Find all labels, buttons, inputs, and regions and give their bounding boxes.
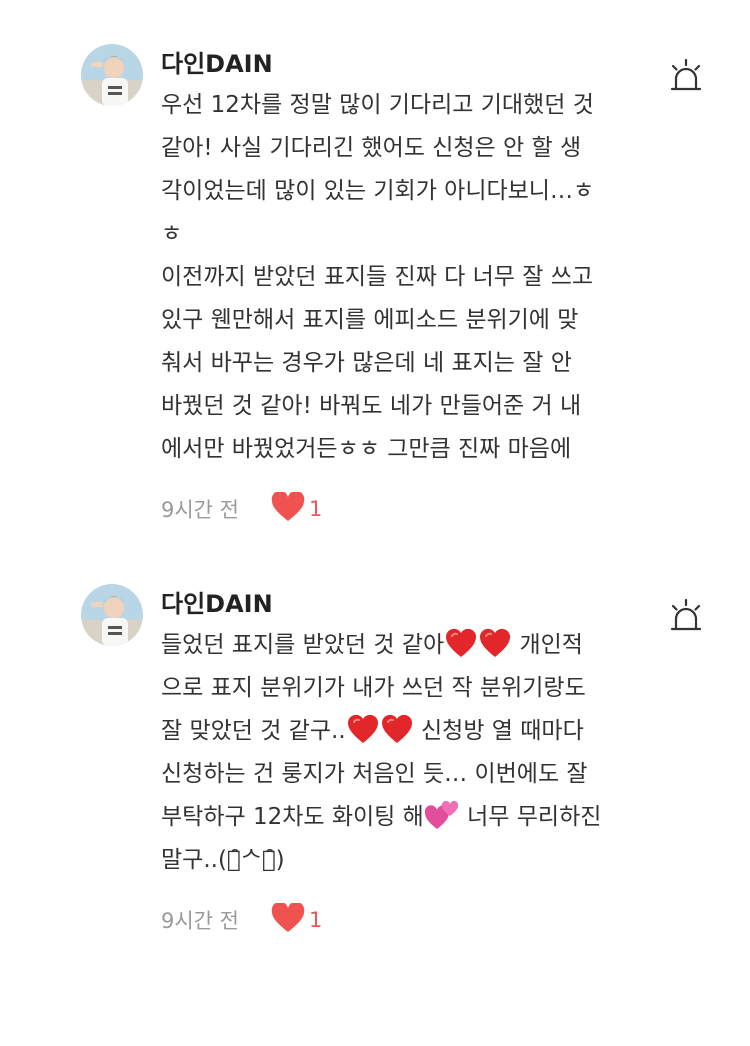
red-heart-emoji-icon: [346, 713, 380, 745]
comment-line: 부탁하구 12차도 화이팅 해 너무 무리하진: [161, 796, 631, 839]
comment-text: 각이었는데 많이 있는 기회가 아니다보니…ㅎ: [161, 178, 595, 204]
siren-icon[interactable]: [668, 598, 704, 634]
comment-author[interactable]: 다인DAIN: [161, 584, 273, 619]
avatar[interactable]: [81, 584, 143, 646]
two-hearts-emoji-icon: [424, 799, 460, 831]
comment-text: 부탁하구 12차도 화이팅 해: [161, 804, 424, 830]
comment-text: 바꿨던 것 같아! 바꿔도 네가 만들어준 거 내: [161, 393, 582, 419]
comment-line: ㅎ: [161, 213, 631, 256]
comment-text: 들었던 표지를 받았던 것 같아: [161, 632, 445, 658]
like-count: 1: [309, 497, 323, 521]
comment-line: 춰서 바꾸는 경우가 많은데 네 표지는 잘 안: [161, 342, 631, 385]
comment-text: 개인적: [512, 632, 583, 658]
comment-line: 있구 웬만해서 표지를 에피소드 분위기에 맞: [161, 299, 631, 342]
comment-body: 들었던 표지를 받았던 것 같아 개인적으로 표지 분위기가 내가 쓰던 작 분…: [161, 624, 631, 882]
comment-line: 으로 표지 분위기가 내가 쓰던 작 분위기랑도: [161, 667, 631, 710]
comment-line: 말구..(ꈍ̑ᄉꈍ̑): [161, 839, 631, 882]
comment-line: 들었던 표지를 받았던 것 같아 개인적: [161, 624, 631, 667]
comment-timestamp: 9시간 전: [161, 909, 239, 933]
like-button[interactable]: 1: [271, 490, 323, 526]
comment-text: 에서만 바꿨었거든ㅎㅎ 그만큼 진짜 마음에: [161, 436, 572, 462]
comment-line: 신청하는 건 룽지가 처음인 듯… 이번에도 잘: [161, 753, 631, 796]
comment-text: 춰서 바꾸는 경우가 많은데 네 표지는 잘 안: [161, 350, 572, 376]
comment-line: 에서만 바꿨었거든ㅎㅎ 그만큼 진짜 마음에: [161, 428, 631, 471]
comment-text: 잘 맞았던 것 같구..: [161, 718, 346, 744]
avatar[interactable]: [81, 44, 143, 106]
red-heart-emoji-icon: [380, 713, 414, 745]
comment-text: ㅎ: [161, 221, 183, 247]
comment-text: 신청하는 건 룽지가 처음인 듯… 이번에도 잘: [161, 761, 588, 787]
comment-text: 같아! 사실 기다리긴 했어도 신청은 안 할 생: [161, 135, 582, 161]
comment-meta: 9시간 전 1: [161, 490, 323, 526]
comment-line: 우선 12차를 정말 많이 기다리고 기대했던 것: [161, 84, 631, 127]
comment-text: 이전까지 받았던 표지들 진짜 다 너무 잘 쓰고: [161, 264, 594, 290]
comment-line: 바꿨던 것 같아! 바꿔도 네가 만들어준 거 내: [161, 385, 631, 428]
comment-text: 너무 무리하진: [459, 804, 602, 830]
comment-meta: 9시간 전 1: [161, 901, 323, 937]
comment-text: 으로 표지 분위기가 내가 쓰던 작 분위기랑도: [161, 675, 586, 701]
red-heart-emoji-icon: [478, 627, 512, 659]
comment-line: 같아! 사실 기다리긴 했어도 신청은 안 할 생: [161, 127, 631, 170]
comment-timestamp: 9시간 전: [161, 498, 239, 522]
comment-line: 이전까지 받았던 표지들 진짜 다 너무 잘 쓰고: [161, 256, 631, 299]
comment-body: 우선 12차를 정말 많이 기다리고 기대했던 것같아! 사실 기다리긴 했어도…: [161, 84, 631, 471]
comment-line: 각이었는데 많이 있는 기회가 아니다보니…ㅎ: [161, 170, 631, 213]
siren-icon[interactable]: [668, 58, 704, 94]
comment-author[interactable]: 다인DAIN: [161, 44, 273, 79]
heart-icon: [271, 901, 305, 937]
comment-text: 있구 웬만해서 표지를 에피소드 분위기에 맞: [161, 307, 579, 333]
red-heart-emoji-icon: [444, 627, 478, 659]
comment-line: 잘 맞았던 것 같구.. 신청방 열 때마다: [161, 710, 631, 753]
like-button[interactable]: 1: [271, 901, 323, 937]
comment-text: 신청방 열 때마다: [413, 718, 584, 744]
heart-icon: [271, 490, 305, 526]
comment-text: 말구..(ꈍ̑ᄉꈍ̑): [161, 847, 285, 873]
like-count: 1: [309, 908, 323, 932]
comment-text: 우선 12차를 정말 많이 기다리고 기대했던 것: [161, 92, 594, 118]
